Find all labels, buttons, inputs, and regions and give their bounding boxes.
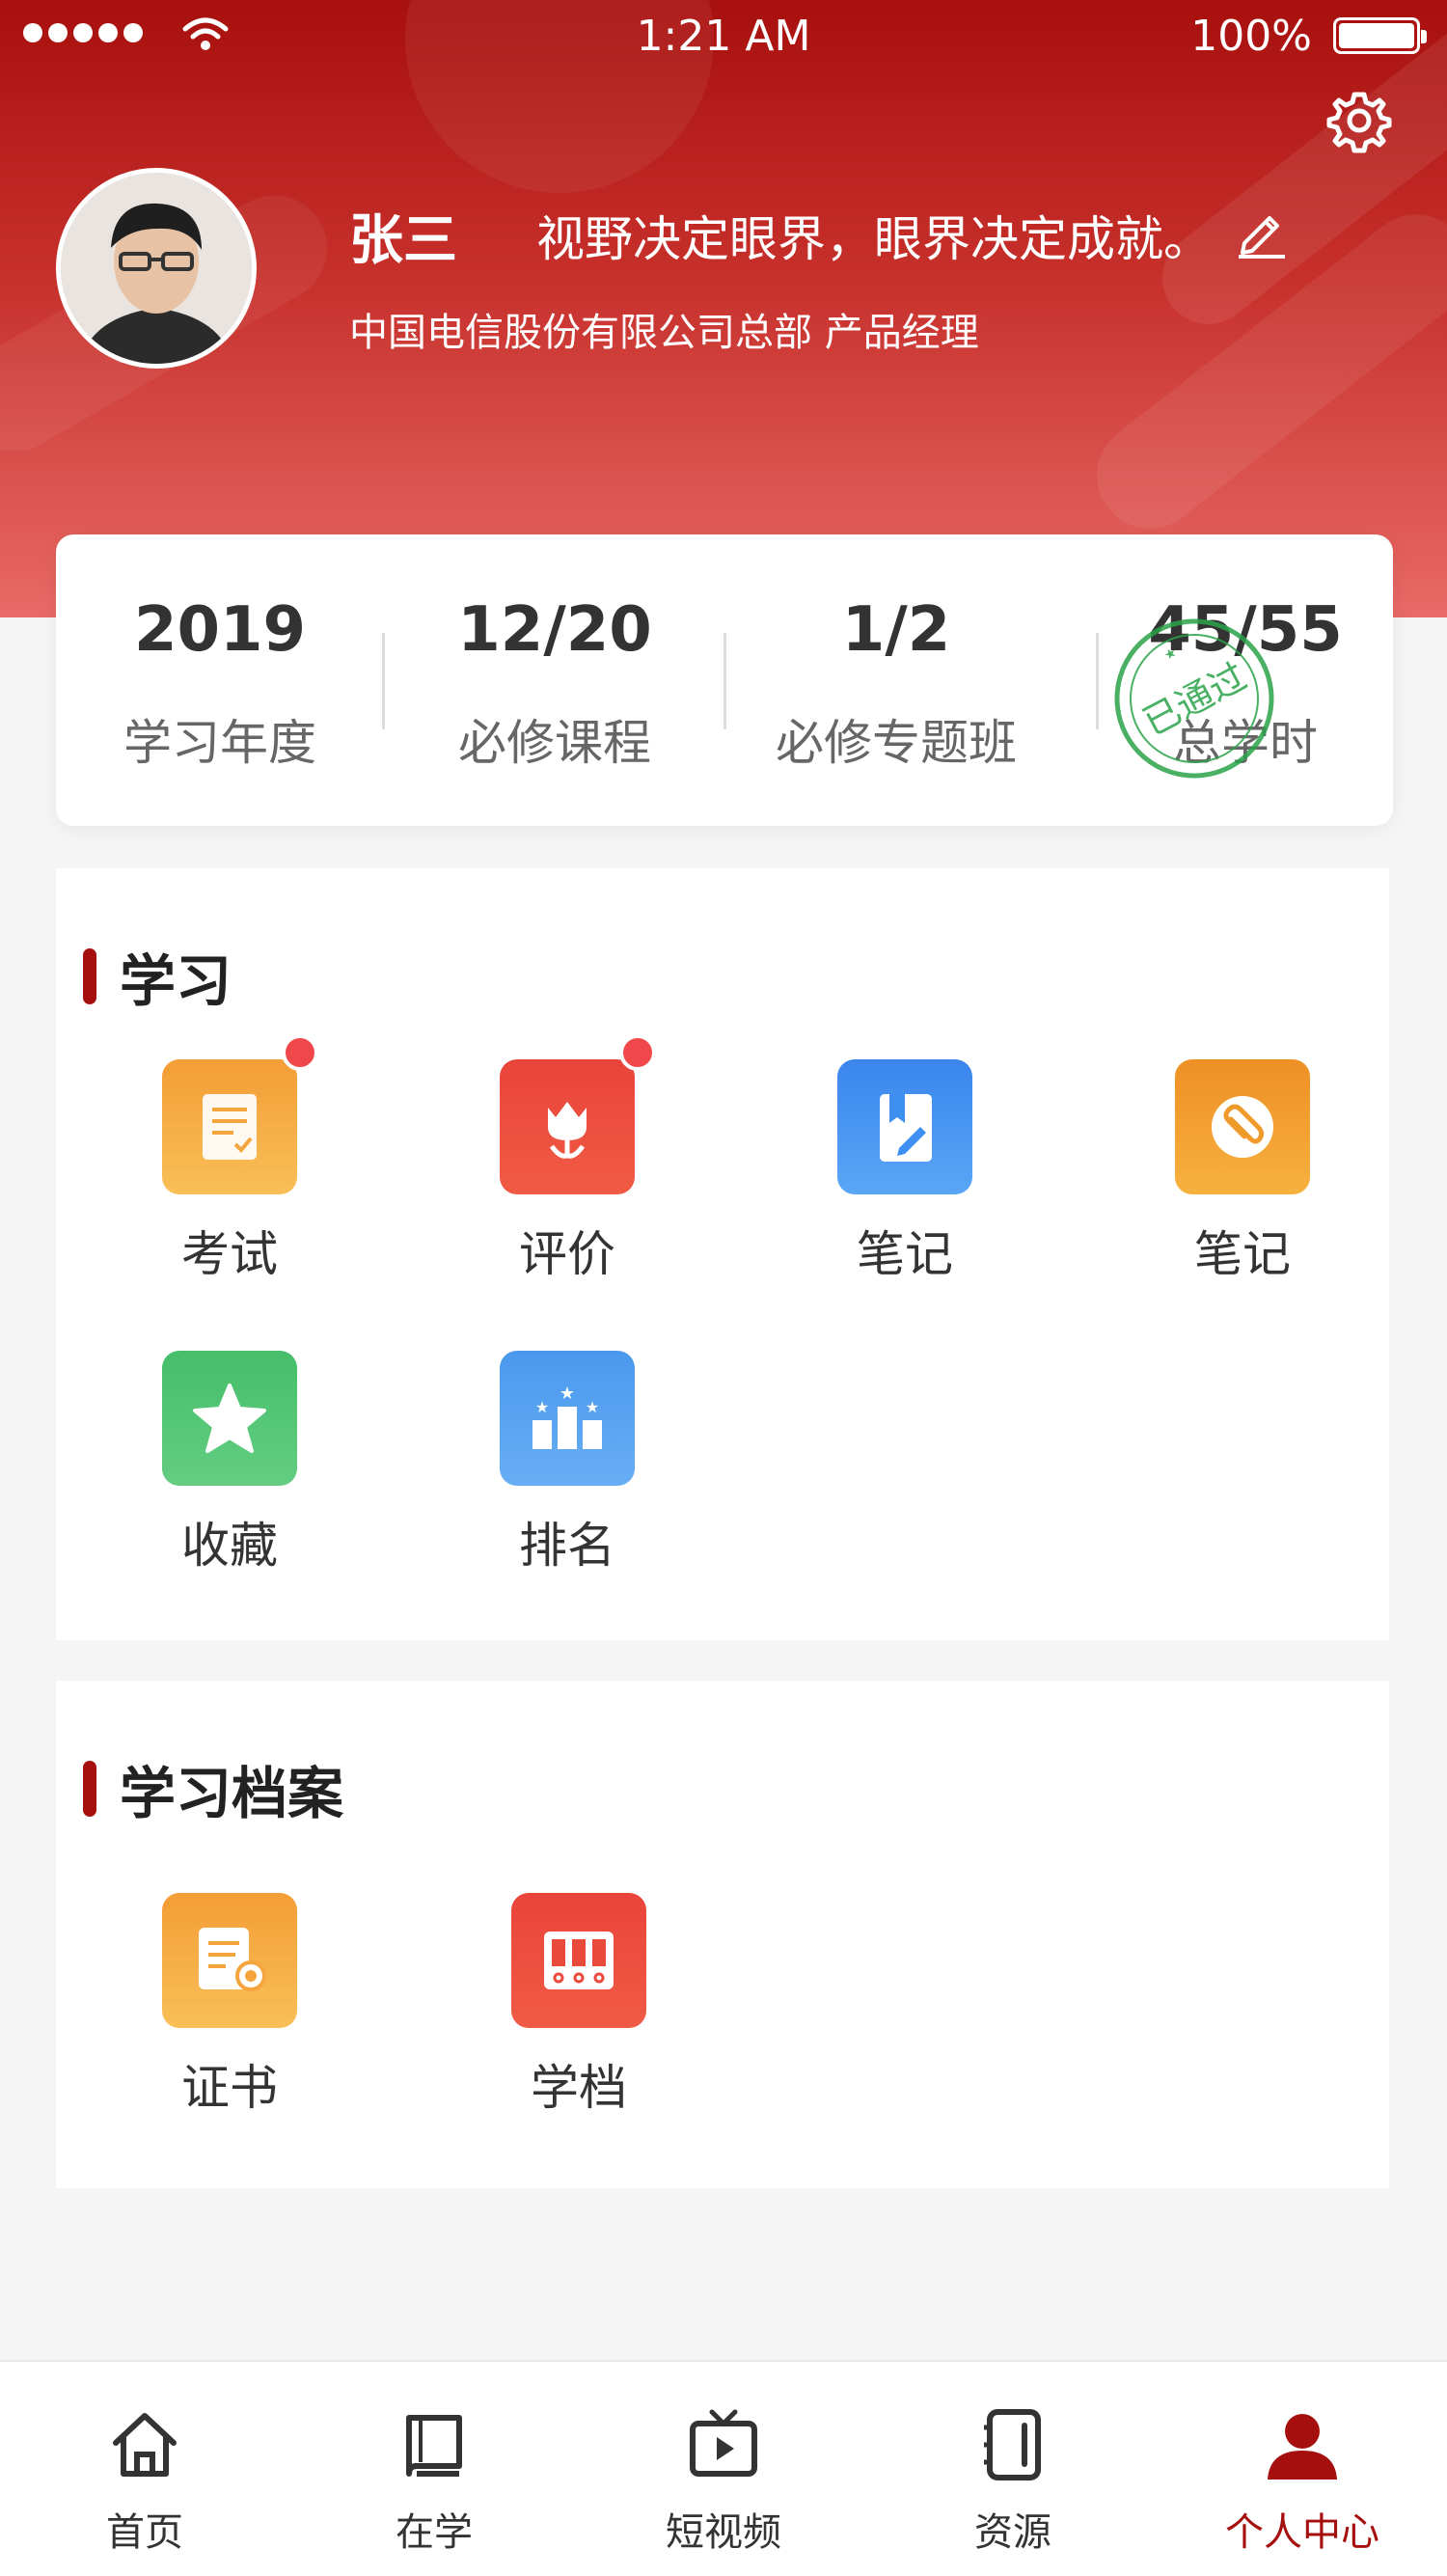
tile-ranking[interactable]: ★ ★ ★ 排名	[471, 1351, 664, 1576]
resource-icon	[984, 2409, 1041, 2480]
star-icon	[162, 1351, 297, 1486]
stat-value: 1/2	[841, 594, 951, 666]
stat-label: 必修专题班	[776, 715, 1017, 771]
notification-badge	[619, 1034, 656, 1071]
section-header: 学习档案	[83, 1748, 343, 1829]
stat-value: 2019	[133, 594, 307, 666]
tab-short-video[interactable]: 短视频	[579, 2362, 868, 2576]
tile-exam[interactable]: 考试	[133, 1034, 326, 1285]
title-accent-bar	[83, 1761, 96, 1817]
tile-certificate[interactable]: 证书	[133, 1893, 326, 2119]
flower-icon	[500, 1034, 656, 1194]
tile-study-archive[interactable]: 学档	[482, 1893, 675, 2119]
stat-required-courses[interactable]: 12/20 必修课程	[384, 534, 725, 826]
stat-label: 学习年度	[123, 715, 316, 771]
svg-text:★: ★	[586, 1398, 599, 1416]
tile-label: 评价	[519, 1226, 615, 1282]
tab-home[interactable]: 首页	[0, 2362, 289, 2576]
tab-studying[interactable]: 在学	[289, 2362, 579, 2576]
tile-favorites[interactable]: 收藏	[133, 1351, 326, 1576]
tab-personal-center[interactable]: 个人中心	[1158, 2362, 1447, 2576]
title-accent-bar	[83, 948, 96, 1004]
tab-label: 短视频	[666, 2510, 781, 2555]
section-title: 学习	[120, 948, 232, 1014]
user-icon	[1268, 2414, 1337, 2480]
notification-badge	[282, 1034, 318, 1071]
tile-label: 考试	[181, 1226, 278, 1282]
book-icon	[406, 2415, 462, 2477]
tab-label: 个人中心	[1225, 2510, 1379, 2555]
tile-notes[interactable]: 笔记	[808, 1059, 1001, 1285]
home-icon	[113, 2413, 177, 2477]
section-header: 学习	[83, 936, 232, 1017]
tile-label: 收藏	[181, 1518, 278, 1574]
tile-label: 笔记	[1194, 1226, 1291, 1282]
edit-pencil-icon[interactable]	[1235, 205, 1289, 259]
tile-label: 证书	[181, 2060, 278, 2116]
stat-study-year[interactable]: 2019 学习年度	[56, 534, 384, 826]
tile-evaluation[interactable]: 评价	[471, 1034, 664, 1285]
certificate-icon	[162, 1893, 297, 2028]
battery-icon	[1333, 17, 1427, 54]
study-stats-card: 2019 学习年度 12/20 必修课程 1/2 必修专题班 45/55 总学时…	[56, 534, 1393, 826]
user-name: 张三	[349, 208, 457, 272]
battery-percent: 100%	[1190, 12, 1312, 61]
notebook-pen-icon	[837, 1059, 972, 1194]
tab-label: 资源	[974, 2510, 1051, 2555]
avatar[interactable]	[56, 168, 257, 369]
stat-label: 必修课程	[458, 715, 651, 771]
learning-section: 学习 考试 评价 笔记 笔记 收藏 ★ ★ ★ 排名	[56, 868, 1389, 1640]
tv-play-icon	[690, 2409, 757, 2477]
user-organization: 中国电信股份有限公司总部 产品经理	[349, 311, 979, 355]
tab-label: 在学	[396, 2510, 473, 2555]
tab-label: 首页	[106, 2510, 183, 2555]
ranking-icon: ★ ★ ★	[500, 1351, 635, 1486]
gear-icon[interactable]	[1325, 87, 1393, 154]
tile-label: 学档	[531, 2060, 627, 2116]
stamp-text: 已通过	[1136, 655, 1253, 744]
tile-label: 笔记	[857, 1226, 953, 1282]
archive-folders-icon	[511, 1893, 646, 2028]
section-title: 学习档案	[120, 1761, 344, 1826]
svg-text:★: ★	[560, 1384, 575, 1404]
stat-required-special-class[interactable]: 1/2 必修专题班	[725, 534, 1067, 826]
tab-resources[interactable]: 资源	[868, 2362, 1158, 2576]
svg-text:★: ★	[535, 1398, 549, 1416]
user-motto: 视野决定眼界，眼界决定成就。	[536, 211, 1212, 267]
learning-archive-section: 学习档案 证书 学档	[56, 1681, 1389, 2188]
stat-value: 12/20	[457, 594, 652, 666]
exam-icon	[162, 1034, 318, 1194]
avatar-photo	[61, 173, 252, 364]
bottom-tab-bar: 首页 在学 短视频 资源 个人中心	[0, 2360, 1447, 2576]
tile-notes-2[interactable]: 笔记	[1146, 1059, 1339, 1285]
paperclip-icon	[1175, 1059, 1310, 1194]
svg-text:★: ★	[1161, 644, 1180, 664]
tile-label: 排名	[519, 1518, 615, 1574]
status-bar: 1:21 AM 100%	[0, 0, 1447, 77]
passed-stamp: 已通过 ★	[1114, 618, 1274, 779]
profile-header: 1:21 AM 100% 张三 视野决定眼界，眼界决定成就。 中国电信股份有限公…	[0, 0, 1447, 617]
